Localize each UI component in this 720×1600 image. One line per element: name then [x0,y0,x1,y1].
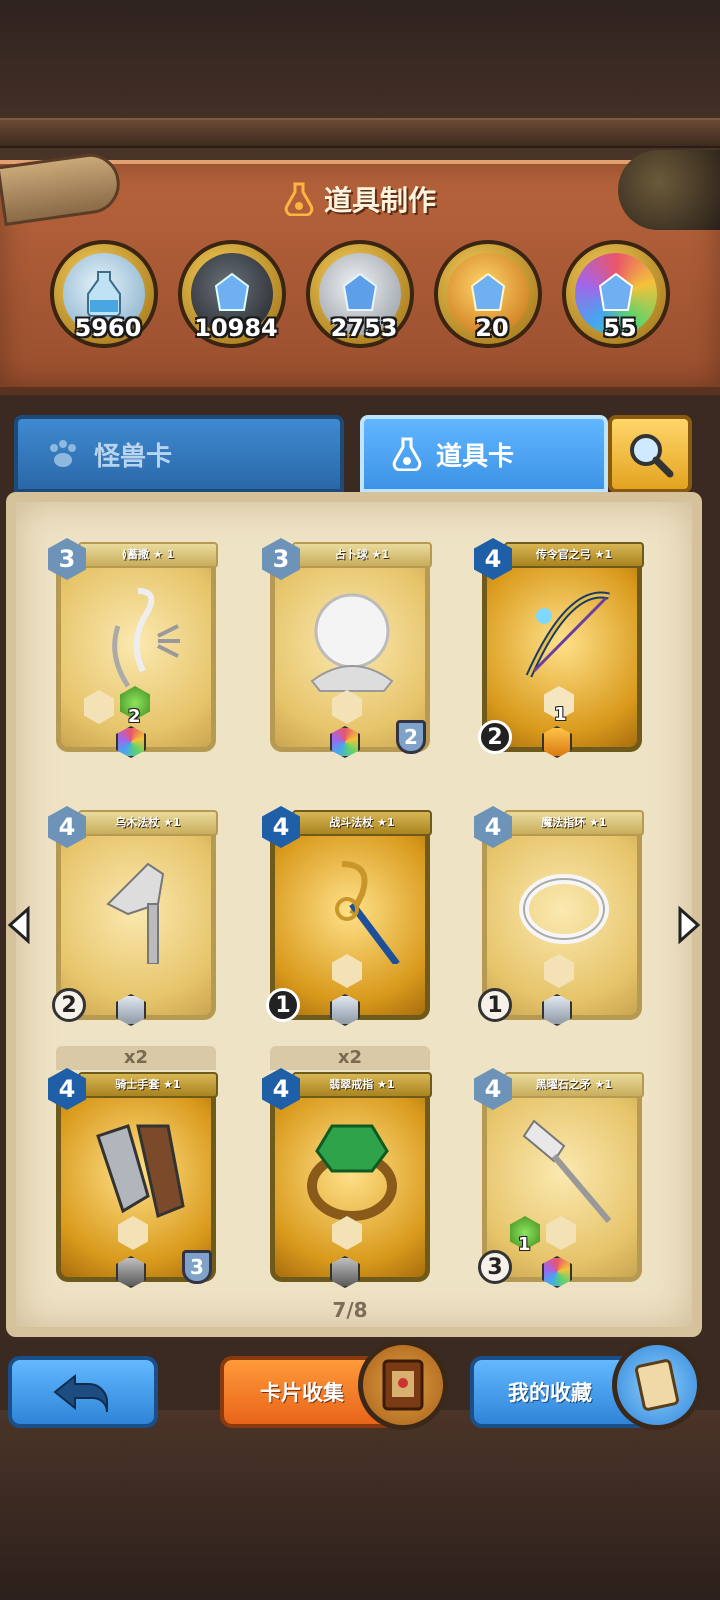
whip-art-icon [112,588,180,688]
card-counter: 2 [52,988,86,1022]
item-card[interactable]: 翡翠戒指 ★1 4 [262,1068,432,1288]
resource-dark-crystal[interactable]: 10984 [178,240,286,348]
duplicate-badge: x2 [270,1046,430,1070]
item-card[interactable]: 魔法指环 ★1 4 1 [474,806,644,1026]
card-title: 战斗法杖 ★1 [292,810,432,836]
prev-page-icon[interactable] [6,905,32,945]
card-title: 翡翠戒指 ★1 [292,1072,432,1098]
paw-icon [50,440,76,467]
card-title: 魔法指环 ★1 [504,810,644,836]
gauntlet-art-icon [96,1124,185,1219]
card-stat: 1 [518,1234,531,1255]
my-collection-label: 我的收藏 [508,1381,592,1405]
resource-value: 2753 [330,314,398,342]
card-title: 乌木法杖 ★1 [78,810,218,836]
card-counter: 3 [478,1250,512,1284]
card-counter: 1 [266,988,300,1022]
crystal-ball-art-icon [310,593,394,692]
flask-icon [284,182,314,216]
battle-staff-art-icon [335,861,400,964]
item-card[interactable]: 黑曜石之矛 ★1 4 1 3 [474,1068,644,1288]
tab-item-label: 道具卡 [436,441,515,472]
staff-art-icon [106,862,165,964]
item-card[interactable]: 乌木法杖 ★1 4 2 [48,806,218,1026]
bottom-background [0,1410,720,1600]
card-title: ≬蓄撒 ★ 1 [78,542,218,568]
card-stat: 1 [554,704,567,725]
bow-art-icon [525,591,610,678]
card-collection-label: 卡片收集 [260,1381,344,1405]
card-title: 骑士手套 ★1 [78,1072,218,1098]
item-card[interactable]: 骑士手套 ★1 4 3 [48,1068,218,1288]
card-shield: 2 [396,720,426,754]
resource-bar: 5960 10984 2753 20 55 [50,240,670,350]
item-card[interactable]: 占卜球 ★1 3 2 [262,538,432,758]
back-arrow-icon [53,1373,108,1412]
item-card[interactable]: 传令官之弓 ★1 4 1 2 [474,538,644,758]
resource-value: 10984 [194,314,278,342]
card-title: 占卜球 ★1 [292,542,432,568]
card-stat: 2 [128,706,141,727]
page-title: 道具制作 [323,184,436,217]
flask-icon [392,437,422,471]
item-card[interactable]: 战斗法杖 ★1 4 1 [262,806,432,1026]
resource-silver-crystal[interactable]: 2753 [306,240,414,348]
resource-value: 20 [475,314,509,342]
next-page-icon[interactable] [676,905,702,945]
page-indicator: 7/8 [332,1298,368,1322]
tab-monster-cards[interactable]: 怪兽卡 [14,415,344,493]
card-title: 黑曜石之矛 ★1 [504,1072,644,1098]
duplicate-badge: x2 [56,1046,216,1070]
spear-art-icon [522,1119,612,1223]
tab-item-cards[interactable]: 道具卡 [360,415,608,493]
search-button[interactable] [608,415,692,493]
search-icon [630,434,674,478]
emerald-ring-art-icon [307,1124,397,1221]
ring-art-icon [519,874,609,944]
card-title: 传令官之弓 ★1 [504,542,644,568]
card-shield: 3 [182,1250,212,1284]
resource-rainbow-crystal[interactable]: 55 [562,240,670,348]
resource-value: 55 [603,314,637,342]
resource-value: 5960 [74,314,142,342]
lamp-decoration [618,150,720,230]
card-counter: 1 [478,988,512,1022]
resource-bottle[interactable]: 5960 [50,240,158,348]
tab-monster-label: 怪兽卡 [94,441,173,472]
wood-beam-top [0,118,720,148]
back-button[interactable] [8,1356,158,1428]
item-card[interactable]: ≬蓄撒 ★ 1 3 2 [48,538,218,758]
my-collection-card-icon[interactable] [612,1340,702,1430]
resource-gold-crystal[interactable]: 20 [434,240,542,348]
card-collection-book-icon[interactable] [358,1340,448,1430]
card-counter: 2 [478,720,512,754]
